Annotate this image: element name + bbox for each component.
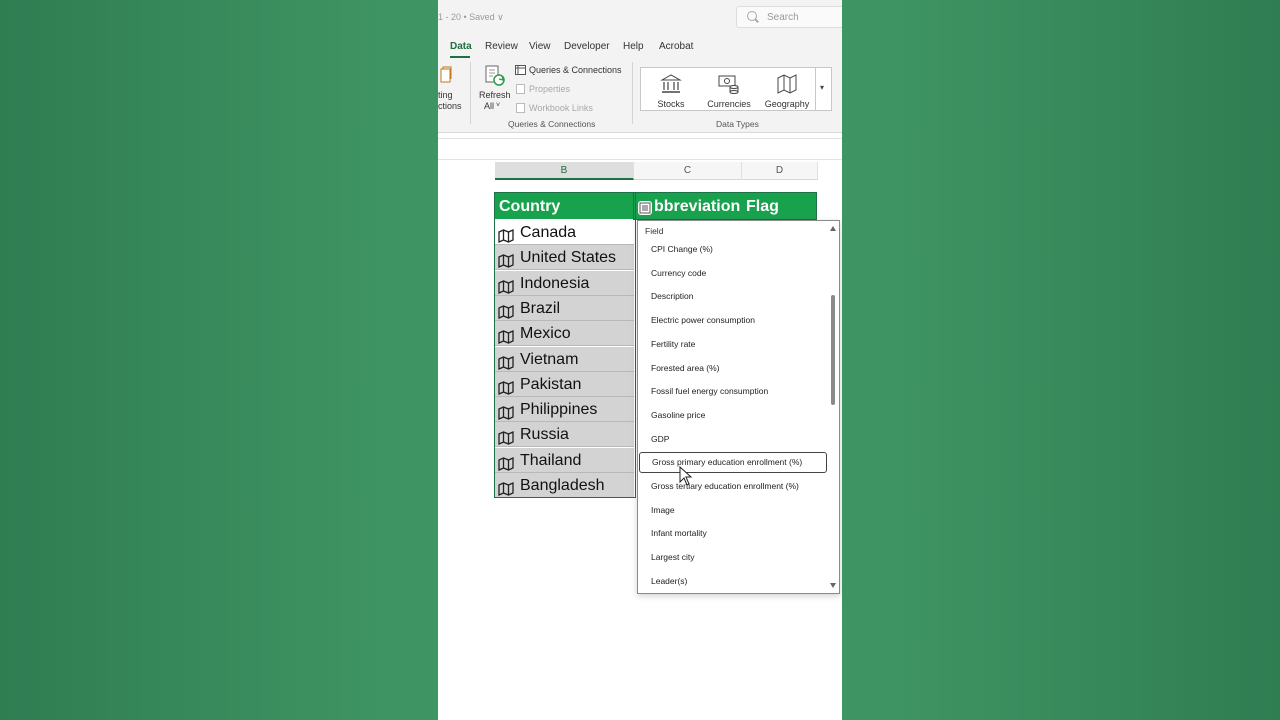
country-name: Brazil [520,299,561,317]
currency-icon [718,75,739,94]
tab-help[interactable]: Help [623,41,644,52]
table-row[interactable]: Canada [495,220,634,245]
dropdown-item[interactable]: CPI Change (%) [638,239,828,260]
currencies-label: Currencies [707,99,751,109]
dropdown-item[interactable]: Image [638,500,828,521]
scroll-down-icon[interactable] [830,583,836,588]
tab-acrobat[interactable]: Acrobat [659,41,693,52]
refresh-icon [485,65,505,86]
ribbon: ting ctions Refresh All ˅ Queries & Conn… [438,58,842,133]
queries-connections-label: Queries & Connections [529,65,622,75]
dropdown-item[interactable]: Infant mortality [638,523,828,544]
mouse-cursor-icon [679,466,693,486]
refresh-all-label: All [484,101,495,111]
table-row[interactable]: Bangladesh [495,473,634,498]
divider [632,62,633,124]
country-name: Mexico [520,325,571,343]
table-row[interactable]: Brazil [495,295,634,321]
tab-review[interactable]: Review [485,41,518,52]
dropdown-item[interactable]: Gasoline price [638,405,828,426]
document-title[interactable]: 1 - 20 • Saved ∨ [438,12,504,23]
tab-data[interactable]: Data [450,41,472,52]
currencies-button[interactable]: Currencies [699,71,759,109]
country-name: Philippines [520,401,598,419]
chevron-down-icon: ˅ [496,102,501,109]
chevron-down-icon: ▾ [820,83,825,92]
table-row[interactable]: Philippines [495,397,634,423]
header-flag[interactable]: Flag [742,193,816,219]
workbook-links-label: Workbook Links [529,103,593,113]
column-header-c[interactable]: C [634,162,742,180]
country-name: Russia [520,426,569,444]
column-header-d[interactable]: D [742,162,818,180]
search-placeholder: Search [767,12,799,23]
country-name: Canada [520,224,577,241]
refresh-label: Refresh [479,90,511,100]
dropdown-item[interactable]: Largest city [638,547,828,568]
dropdown-item[interactable]: Gross tertiary education enrollment (%) [638,476,828,497]
geography-label: Geography [764,99,810,109]
header-country[interactable]: Country [495,193,634,219]
stocks-label: Stocks [657,99,685,109]
search-icon [747,11,757,21]
dropdown-item[interactable]: Currency code [638,263,828,284]
dropdown-item[interactable]: Forested area (%) [638,358,828,379]
geography-map-icon[interactable] [498,479,514,504]
country-name: United States [520,249,617,267]
dropdown-item[interactable]: Fertility rate [638,334,828,355]
dropdown-item[interactable]: Fossil fuel energy consumption [638,381,828,402]
partial-label: ting [438,90,453,100]
queries-icon [515,65,526,75]
table-row[interactable]: Vietnam [495,346,634,372]
table-row[interactable]: Thailand [495,447,634,473]
table-row[interactable]: United States [495,245,634,271]
connections-icon [440,66,452,83]
country-name: Bangladesh [520,477,605,494]
insert-data-glyph [639,202,651,214]
ribbon-tabs: Data Review View Developer Help Acrobat [438,36,842,58]
dropdown-item[interactable]: GDP [638,429,828,450]
data-types-more-button[interactable]: ▾ [815,67,832,111]
table-row[interactable]: Pakistan [495,371,634,397]
tab-developer[interactable]: Developer [564,41,610,52]
dropdown-item[interactable]: Leader(s) [638,571,828,592]
search-box[interactable]: Search [736,6,842,28]
data-types-gallery: Stocks Currencies Geography [640,67,830,111]
table-header-row: Country bbreviation Flag [495,193,816,219]
bank-icon [660,74,682,93]
scroll-thumb[interactable] [831,295,835,405]
scroll-up-icon[interactable] [830,226,836,231]
country-name: Indonesia [520,274,590,292]
properties-label: Properties [529,84,571,94]
group-label-queries: Queries & Connections [508,119,596,129]
workbook-links-icon [516,103,525,113]
country-name: Pakistan [520,375,582,393]
country-name: Thailand [520,451,582,469]
partial-label-2: ctions [438,101,462,111]
formula-bar[interactable] [438,138,842,160]
table-row[interactable]: Indonesia [495,270,634,296]
stocks-button[interactable]: Stocks [641,71,701,109]
tab-view[interactable]: View [529,41,551,52]
insert-data-icon[interactable] [638,201,652,215]
divider [470,62,471,124]
dropdown-header: Field [645,226,664,236]
title-bar: 1 - 20 • Saved ∨ Search [438,0,842,36]
country-name: Vietnam [520,350,579,368]
column-header-b[interactable]: B [495,162,634,180]
excel-window: 1 - 20 • Saved ∨ Search Data Review View… [438,0,842,720]
geography-button[interactable]: Geography [757,71,817,109]
properties-icon [516,84,525,94]
table-row[interactable]: Russia [495,422,634,448]
map-icon [777,74,797,94]
table-row[interactable]: Mexico [495,321,634,347]
dropdown-scrollbar[interactable] [830,223,838,591]
dropdown-item[interactable]: Gross primary education enrollment (%) [639,452,827,474]
dropdown-item[interactable]: Electric power consumption [638,310,828,331]
dropdown-item[interactable]: Description [638,286,828,307]
field-dropdown[interactable]: Field CPI Change (%) Currency code Descrip… [637,220,840,594]
group-label-datatypes: Data Types [716,119,759,129]
